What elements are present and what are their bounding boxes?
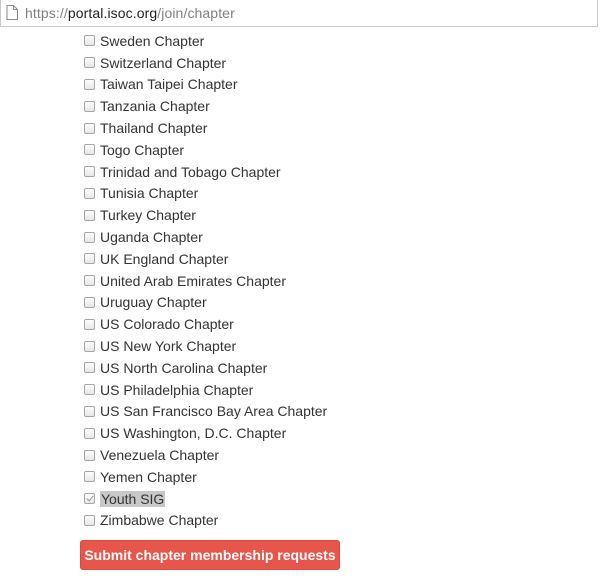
chapter-item[interactable]: Thailand Chapter <box>84 117 327 139</box>
chapter-item[interactable]: Uganda Chapter <box>84 226 327 248</box>
chapter-label[interactable]: UK England Chapter <box>100 251 228 267</box>
chapter-label[interactable]: Tanzania Chapter <box>100 98 210 114</box>
chapter-checkbox[interactable] <box>84 471 95 483</box>
chapter-label[interactable]: Uganda Chapter <box>100 229 203 245</box>
chapter-label[interactable]: Uruguay Chapter <box>100 294 207 310</box>
chapter-label[interactable]: United Arab Emirates Chapter <box>100 273 286 289</box>
chapter-checkbox[interactable] <box>84 405 95 417</box>
chapter-checkbox[interactable] <box>84 100 95 112</box>
url-path: /join/chapter <box>157 5 235 21</box>
chapter-checkbox[interactable] <box>84 340 95 352</box>
url-domain: portal.isoc.org <box>67 5 158 21</box>
chapter-item[interactable]: US Philadelphia Chapter <box>84 379 327 401</box>
chapter-checkbox[interactable] <box>84 362 95 374</box>
chapter-label[interactable]: Turkey Chapter <box>100 207 196 223</box>
chapter-label[interactable]: US New York Chapter <box>100 338 236 354</box>
chapter-item[interactable]: US Colorado Chapter <box>84 313 327 335</box>
chapter-checkbox[interactable] <box>84 384 95 396</box>
chapter-item[interactable]: United Arab Emirates Chapter <box>84 270 327 292</box>
chapter-checkbox[interactable] <box>84 275 95 287</box>
chapter-label[interactable]: Youth SIG <box>100 490 166 507</box>
chapter-label[interactable]: Togo Chapter <box>100 142 184 158</box>
chapter-label[interactable]: US San Francisco Bay Area Chapter <box>100 403 327 419</box>
chapter-checkbox[interactable] <box>84 187 95 199</box>
url-protocol: https:// <box>25 5 68 21</box>
chapter-checkbox[interactable] <box>84 514 95 526</box>
chapter-item[interactable]: Switzerland Chapter <box>84 52 327 74</box>
chapter-checkbox[interactable] <box>84 166 95 178</box>
chapter-checkbox[interactable] <box>84 144 95 156</box>
chapter-item[interactable]: UK England Chapter <box>84 248 327 270</box>
chapter-checkbox[interactable] <box>84 493 95 505</box>
chapter-item[interactable]: Tunisia Chapter <box>84 183 327 205</box>
chapter-label[interactable]: US Colorado Chapter <box>100 316 234 332</box>
chapter-checkbox[interactable] <box>84 449 95 461</box>
chapter-label[interactable]: US North Carolina Chapter <box>100 360 267 376</box>
chapter-checkbox[interactable] <box>84 57 95 69</box>
chapter-item[interactable]: Turkey Chapter <box>84 204 327 226</box>
chapter-checkbox-list: Sweden Chapter Switzerland Chapter Taiwan … <box>84 30 327 531</box>
chapter-label[interactable]: Sweden Chapter <box>100 33 204 49</box>
chapter-item[interactable]: Zimbabwe Chapter <box>84 510 327 532</box>
chapter-item[interactable]: US New York Chapter <box>84 335 327 357</box>
chapter-checkbox[interactable] <box>84 209 95 221</box>
chapter-checkbox[interactable] <box>84 231 95 243</box>
chapter-checkbox[interactable] <box>84 253 95 265</box>
chapter-item[interactable]: Taiwan Taipei Chapter <box>84 74 327 96</box>
chapter-item[interactable]: Venezuela Chapter <box>84 444 327 466</box>
chapter-item[interactable]: Yemen Chapter <box>84 466 327 488</box>
chapter-label[interactable]: US Washington, D.C. Chapter <box>100 425 286 441</box>
chapter-item[interactable]: Youth SIG <box>84 488 327 510</box>
chapter-checkbox[interactable] <box>84 35 95 47</box>
chapter-label[interactable]: US Philadelphia Chapter <box>100 382 253 398</box>
chapter-item[interactable]: Trinidad and Tobago Chapter <box>84 161 327 183</box>
chapter-checkbox[interactable] <box>84 122 95 134</box>
chapter-item[interactable]: US Washington, D.C. Chapter <box>84 422 327 444</box>
chapter-label[interactable]: Venezuela Chapter <box>100 447 219 463</box>
chapter-checkbox[interactable] <box>84 296 95 308</box>
chapter-label[interactable]: Taiwan Taipei Chapter <box>100 76 238 92</box>
chapter-item[interactable]: Sweden Chapter <box>84 30 327 52</box>
chapter-label[interactable]: Trinidad and Tobago Chapter <box>100 164 281 180</box>
chapter-label[interactable]: Zimbabwe Chapter <box>100 512 218 528</box>
chapter-label[interactable]: Yemen Chapter <box>100 469 197 485</box>
chapter-item[interactable]: Togo Chapter <box>84 139 327 161</box>
chapter-label[interactable]: Thailand Chapter <box>100 120 207 136</box>
submit-membership-button[interactable]: Submit chapter membership requests <box>80 540 340 570</box>
chapter-label[interactable]: Switzerland Chapter <box>100 55 226 71</box>
chapter-checkbox[interactable] <box>84 427 95 439</box>
chapter-item[interactable]: Tanzania Chapter <box>84 95 327 117</box>
chapter-item[interactable]: US North Carolina Chapter <box>84 357 327 379</box>
chapter-checkbox[interactable] <box>84 78 95 90</box>
chapter-item[interactable]: Uruguay Chapter <box>84 292 327 314</box>
page-icon <box>6 5 20 21</box>
chapter-checkbox[interactable] <box>84 318 95 330</box>
chapter-item[interactable]: US San Francisco Bay Area Chapter <box>84 401 327 423</box>
chapter-label[interactable]: Tunisia Chapter <box>100 185 198 201</box>
address-bar[interactable]: https://portal.isoc.org/join/chapter <box>0 0 598 27</box>
url-text[interactable]: https://portal.isoc.org/join/chapter <box>25 5 235 21</box>
